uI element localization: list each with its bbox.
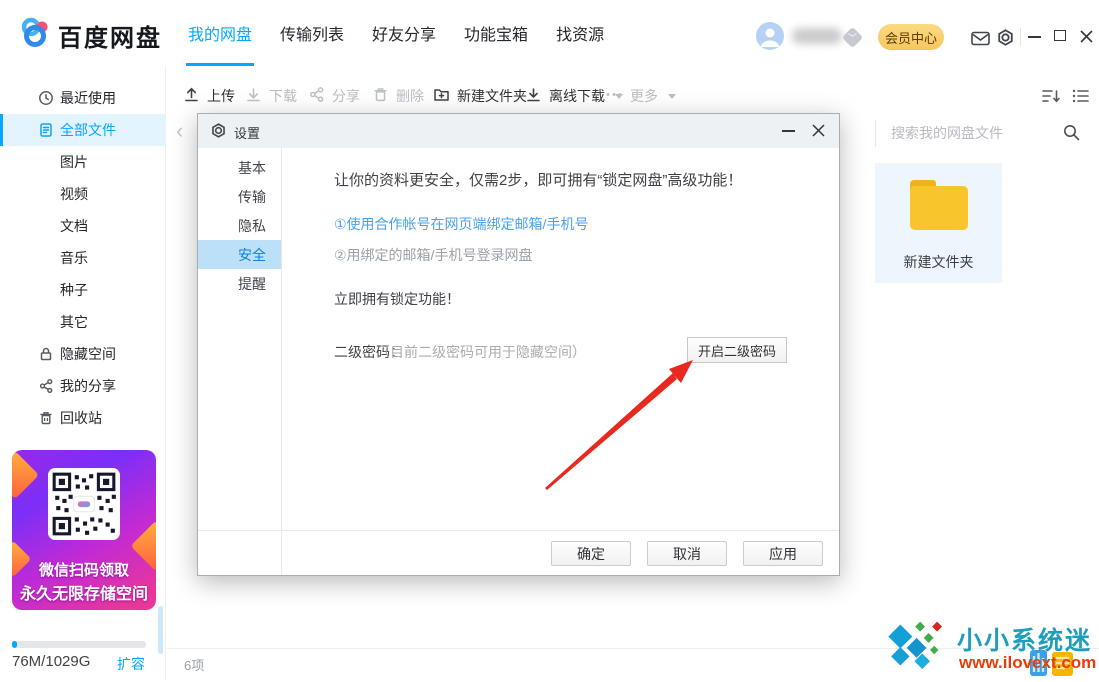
- vip-center-button[interactable]: 会员中心: [878, 24, 944, 50]
- dialog-title: 设置: [234, 123, 260, 142]
- storage-usage-text: 76M/1029G: [12, 653, 90, 670]
- dialog-minimize-button[interactable]: [782, 130, 795, 132]
- watermark-title: 小小系统迷: [957, 621, 1092, 657]
- sidebar-item-recycle-bin[interactable]: 回收站: [0, 402, 166, 434]
- tab-toolbox[interactable]: 功能宝箱: [464, 0, 528, 66]
- vip-level-badge[interactable]: ﹀: [842, 27, 863, 48]
- download-button[interactable]: 下载: [245, 80, 297, 112]
- delete-button[interactable]: 删除: [372, 80, 424, 112]
- avatar[interactable]: [756, 22, 784, 50]
- app-title: 百度网盘: [58, 18, 162, 53]
- list-view-icon[interactable]: [1072, 88, 1089, 109]
- back-chevron-icon[interactable]: ‹: [176, 118, 183, 144]
- folder-name: 新建文件夹: [875, 252, 1002, 272]
- baidu-netdisk-logo-icon: [18, 15, 56, 54]
- window-maximize-button[interactable]: [1054, 30, 1066, 41]
- settings-gear-icon[interactable]: [997, 29, 1014, 51]
- sidebar-item-hidden-space[interactable]: 隐藏空间: [0, 338, 166, 370]
- promo-text-line1: 微信扫码领取: [12, 559, 156, 580]
- promo-text-line2: 永久无限存储空间: [12, 580, 156, 604]
- dialog-nav-basic[interactable]: 基本: [198, 153, 281, 182]
- tab-find-resources[interactable]: 找资源: [556, 0, 604, 66]
- chevron-down-icon: [668, 94, 676, 99]
- settings-dialog: 设置 基本 传输 隐私 安全 提醒 让你的资料更安全，仅需2步，即可拥有“锁定网…: [197, 113, 840, 576]
- security-step2-text: ②用绑定的邮箱/手机号登录网盘: [334, 245, 532, 265]
- offline-download-icon: [525, 86, 542, 106]
- sidebar-item-recent[interactable]: 最近使用: [0, 82, 166, 114]
- tab-my-drive[interactable]: 我的网盘: [188, 0, 252, 66]
- document-icon: [38, 122, 54, 138]
- watermark-url: www.ilovext.com: [959, 653, 1096, 673]
- search-input[interactable]: [891, 118, 1049, 148]
- new-folder-button[interactable]: 新建文件夹: [433, 80, 527, 112]
- settings-gear-icon: [211, 123, 226, 143]
- sidebar-item-all-files[interactable]: 全部文件: [0, 114, 166, 146]
- sidebar-item-documents[interactable]: 文档: [0, 210, 166, 242]
- tab-transfer-list[interactable]: 传输列表: [280, 0, 344, 66]
- enable-secondary-password-button[interactable]: 开启二级密码: [687, 337, 787, 363]
- download-icon: [245, 86, 262, 106]
- dialog-titlebar: 设置: [198, 114, 839, 148]
- dialog-footer-divider: [198, 530, 839, 531]
- mail-icon[interactable]: [971, 31, 990, 51]
- clock-icon: [38, 90, 54, 106]
- window-close-button[interactable]: [1080, 30, 1093, 48]
- ok-button[interactable]: 确定: [551, 541, 631, 566]
- site-watermark: 小小系统迷 www.ilovext.com: [885, 615, 1099, 680]
- sidebar-scrollbar-thumb[interactable]: [158, 606, 163, 654]
- main-tabs: 我的网盘 传输列表 好友分享 功能宝箱 找资源: [188, 0, 604, 66]
- sidebar-item-videos[interactable]: 视频: [0, 178, 166, 210]
- items-count: 6项: [184, 655, 204, 674]
- sidebar-item-torrents[interactable]: 种子: [0, 274, 166, 306]
- folder-icon: [910, 180, 968, 230]
- sidebar: 最近使用 全部文件 图片 视频 文档 音乐 种子 其它 隐藏空间 我的分享: [0, 66, 166, 680]
- security-heading: 让你的资料更安全，仅需2步，即可拥有“锁定网盘”高级功能！: [334, 169, 742, 190]
- dialog-nav-reminder[interactable]: 提醒: [198, 269, 281, 298]
- sidebar-item-my-shares[interactable]: 我的分享: [0, 370, 166, 402]
- file-item-folder[interactable]: 新建文件夹: [875, 163, 1002, 283]
- sidebar-item-pictures[interactable]: 图片: [0, 146, 166, 178]
- promo-diamond-decor: [12, 451, 39, 499]
- trash-icon: [38, 410, 54, 426]
- sort-order-icon[interactable]: [1042, 88, 1060, 109]
- upload-icon: [183, 86, 200, 106]
- lock-icon: [38, 346, 54, 362]
- dialog-close-button[interactable]: [812, 124, 825, 142]
- sidebar-nav: 最近使用 全部文件 图片 视频 文档 音乐 种子 其它 隐藏空间 我的分享: [0, 82, 166, 434]
- share-icon: [38, 378, 54, 394]
- sidebar-item-music[interactable]: 音乐: [0, 242, 166, 274]
- expand-storage-link[interactable]: 扩容: [117, 654, 145, 674]
- search-divider: [875, 120, 876, 147]
- share-icon: [308, 86, 325, 106]
- header-divider: [1020, 28, 1021, 46]
- wechat-qr-promo-banner[interactable]: 微信扫码领取 永久无限存储空间: [12, 450, 156, 610]
- qr-code: [48, 468, 120, 545]
- upload-button[interactable]: 上传: [183, 80, 235, 112]
- username-blurred: [792, 28, 842, 44]
- secondary-password-note: （目前二级密码可用于隐藏空间）: [376, 342, 586, 362]
- dialog-nav: 基本 传输 隐私 安全 提醒: [198, 148, 282, 575]
- app-header: 百度网盘 我的网盘 传输列表 好友分享 功能宝箱 找资源 ﹀ 会员中心: [0, 0, 1099, 66]
- window-minimize-button[interactable]: [1028, 36, 1041, 38]
- sidebar-item-others[interactable]: 其它: [0, 306, 166, 338]
- watermark-diamonds-logo: [885, 615, 951, 677]
- dialog-nav-security[interactable]: 安全: [198, 240, 281, 269]
- storage-quota-fill: [12, 641, 17, 648]
- share-button[interactable]: 分享: [308, 80, 360, 112]
- trash-icon: [372, 86, 389, 106]
- cancel-button[interactable]: 取消: [647, 541, 727, 566]
- dialog-nav-privacy[interactable]: 隐私: [198, 211, 281, 240]
- storage-quota-bar[interactable]: [12, 641, 146, 648]
- search-icon[interactable]: [1063, 124, 1080, 146]
- more-button[interactable]: 更多: [605, 80, 676, 112]
- more-dots-icon: [605, 86, 623, 106]
- tab-friend-share[interactable]: 好友分享: [372, 0, 436, 66]
- security-cta-text: 立即拥有锁定功能！: [334, 289, 460, 309]
- new-folder-icon: [433, 86, 450, 106]
- apply-button[interactable]: 应用: [743, 541, 823, 566]
- security-step1-link[interactable]: ①使用合作帐号在网页端绑定邮箱/手机号: [334, 214, 588, 234]
- dialog-nav-transfer[interactable]: 传输: [198, 182, 281, 211]
